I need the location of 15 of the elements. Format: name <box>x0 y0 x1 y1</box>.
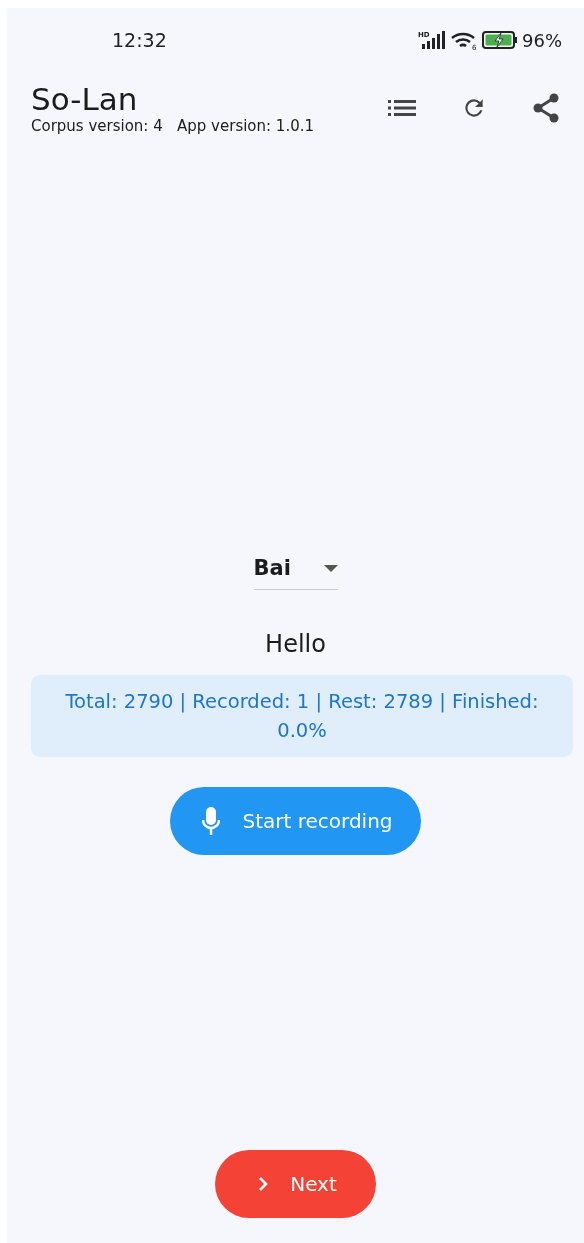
microphone-icon <box>202 807 221 835</box>
status-time: 12:32 <box>112 29 168 51</box>
dropdown-arrow-icon <box>323 564 338 572</box>
app-title: So-Lan <box>31 81 139 117</box>
battery-icon <box>482 31 518 49</box>
list-icon <box>388 99 416 117</box>
language-dropdown[interactable]: Bai <box>253 556 338 590</box>
chevron-right-icon <box>258 1176 269 1192</box>
version-info: Corpus version: 4 App version: 1.0.1 <box>31 117 316 135</box>
prompt-text: Hello <box>265 630 326 658</box>
share-icon <box>532 93 560 123</box>
record-button[interactable]: Start recording <box>170 787 421 855</box>
battery-percent: 96% <box>522 29 562 51</box>
next-button[interactable]: Next <box>215 1150 376 1218</box>
progress-info: Total: 2790 | Recorded: 1 | Rest: 2789 | Finished: 0.0% <box>31 675 573 757</box>
